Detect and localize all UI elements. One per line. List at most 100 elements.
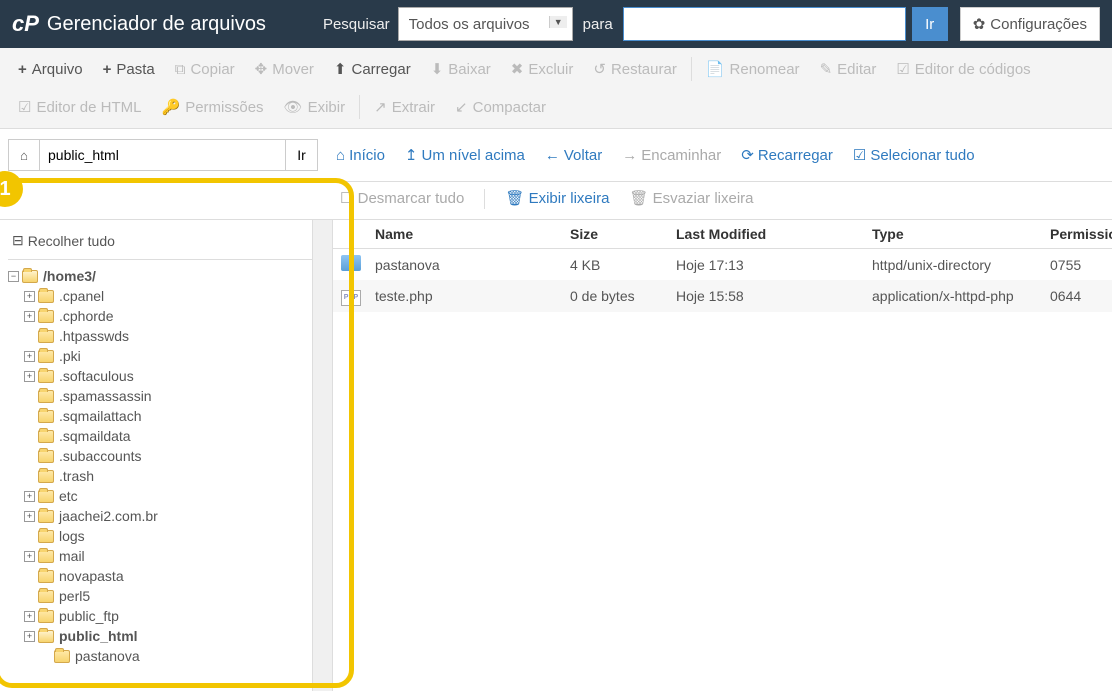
path-go-button[interactable]: Ir: [286, 139, 318, 171]
tree-child-item[interactable]: pastanova: [8, 646, 312, 666]
tree-root[interactable]: − /home3/: [8, 266, 312, 286]
trash-icon: 🗑: [629, 190, 652, 207]
tree-item[interactable]: .sqmaildata: [8, 426, 312, 446]
edit-button[interactable]: ✎Editar: [810, 52, 887, 86]
plus-icon[interactable]: +: [24, 511, 35, 522]
html-icon: ☑: [18, 98, 31, 116]
tree-item[interactable]: perl5: [8, 586, 312, 606]
col-modified[interactable]: Last Modified: [668, 220, 864, 248]
path-input[interactable]: [40, 139, 286, 171]
col-type[interactable]: Type: [864, 220, 1042, 248]
home-icon: ⌂: [336, 147, 345, 164]
tree-item[interactable]: logs: [8, 526, 312, 546]
table-row[interactable]: pastanova4 KBHoje 17:13httpd/unix-direct…: [333, 249, 1112, 280]
tree-item[interactable]: .htpasswds: [8, 326, 312, 346]
show-trash-link[interactable]: 🗑 Exibir lixeira: [505, 189, 609, 209]
folder-tree-sidebar[interactable]: ⊟ Recolher tudo − /home3/ +.cpanel+.cpho…: [0, 220, 312, 691]
reload-icon: ⟳: [741, 146, 754, 164]
check-icon: ☑: [853, 146, 866, 164]
collapse-all-link[interactable]: ⊟ Recolher tudo: [8, 228, 312, 260]
tree-item[interactable]: .sqmailattach: [8, 406, 312, 426]
collapse-icon: ⊟: [12, 232, 24, 249]
extract-icon: ↗: [374, 98, 387, 116]
rename-button[interactable]: 📄Renomear: [696, 52, 810, 86]
tree-item[interactable]: +public_html: [8, 626, 312, 646]
folder-icon: [38, 590, 54, 603]
empty-trash-link[interactable]: 🗑 Esvaziar lixeira: [629, 189, 753, 209]
tree-item[interactable]: .trash: [8, 466, 312, 486]
tree-item[interactable]: +mail: [8, 546, 312, 566]
cell-type: application/x-httpd-php: [864, 286, 1042, 306]
folder-icon: [38, 510, 54, 523]
minus-icon[interactable]: −: [8, 271, 19, 282]
cell-name: pastanova: [367, 255, 562, 275]
plus-icon[interactable]: +: [24, 311, 35, 322]
code-editor-button[interactable]: ☑Editor de códigos: [886, 52, 1040, 86]
search-go-button[interactable]: Ir: [912, 7, 948, 41]
tree-item[interactable]: .subaccounts: [8, 446, 312, 466]
copy-button[interactable]: ⧉Copiar: [165, 53, 245, 86]
plus-icon[interactable]: +: [24, 611, 35, 622]
new-file-button[interactable]: +Arquivo: [8, 53, 93, 86]
plus-icon[interactable]: +: [24, 551, 35, 562]
plus-icon[interactable]: +: [24, 491, 35, 502]
plus-icon[interactable]: +: [24, 351, 35, 362]
up-icon: ↥: [405, 146, 418, 164]
download-button[interactable]: ⬇Baixar: [421, 52, 501, 86]
home-button[interactable]: ⌂: [8, 139, 40, 171]
col-permissions[interactable]: Permissions: [1042, 220, 1112, 248]
tree-item[interactable]: +.cphorde: [8, 306, 312, 326]
config-button[interactable]: ✿ Configurações: [960, 7, 1100, 41]
para-label: para: [583, 16, 613, 33]
extract-button[interactable]: ↗Extrair: [364, 90, 445, 124]
tree-item[interactable]: +.cpanel: [8, 286, 312, 306]
plus-icon[interactable]: +: [24, 371, 35, 382]
search-input[interactable]: [623, 7, 906, 41]
table-body: pastanova4 KBHoje 17:13httpd/unix-direct…: [333, 249, 1112, 312]
tree-item[interactable]: novapasta: [8, 566, 312, 586]
deselect-all-link[interactable]: ☐ Desmarcar tudo: [340, 189, 464, 209]
forward-icon: →: [622, 147, 637, 164]
tree-item[interactable]: +.pki: [8, 346, 312, 366]
nav-forward-link[interactable]: →Encaminhar: [622, 147, 721, 164]
permissions-button[interactable]: 🔑Permissões: [152, 90, 274, 124]
tree-item[interactable]: .spamassassin: [8, 386, 312, 406]
tree-item[interactable]: +etc: [8, 486, 312, 506]
folder-icon: [38, 390, 54, 403]
nav-selectall-link[interactable]: ☑Selecionar tudo: [853, 146, 975, 164]
pencil-icon: ✎: [820, 60, 833, 78]
nav-back-link[interactable]: ←Voltar: [545, 147, 602, 164]
col-check[interactable]: [333, 220, 367, 248]
move-button[interactable]: ✥Mover: [245, 52, 324, 86]
gear-icon: ✿: [973, 15, 986, 33]
restore-icon: ↺: [593, 60, 606, 78]
html-editor-button[interactable]: ☑Editor de HTML: [8, 90, 152, 124]
compress-button[interactable]: ↙Compactar: [445, 90, 556, 124]
folder-tree: − /home3/ +.cpanel+.cphorde.htpasswds+.p…: [8, 266, 312, 666]
search-label: Pesquisar: [323, 16, 390, 33]
scroll-gutter[interactable]: [313, 220, 333, 691]
tree-item[interactable]: +jaachei2.com.br: [8, 506, 312, 526]
cell-type: httpd/unix-directory: [864, 255, 1042, 275]
view-button[interactable]: 👁Exibir: [274, 90, 356, 124]
plus-icon[interactable]: +: [24, 631, 35, 642]
upload-icon: ⬆: [334, 60, 347, 78]
nav-up-link[interactable]: ↥Um nível acima: [405, 146, 525, 164]
restore-button[interactable]: ↺Restaurar: [583, 52, 686, 86]
search-scope-select[interactable]: Todos os arquivos: [398, 7, 573, 41]
folder-icon: [38, 490, 54, 503]
new-folder-button[interactable]: +Pasta: [93, 53, 165, 86]
plus-icon: +: [103, 61, 112, 78]
nav-reload-link[interactable]: ⟳Recarregar: [741, 146, 833, 164]
nav-home-link[interactable]: ⌂Início: [336, 147, 385, 164]
table-row[interactable]: PHPteste.php0 de bytesHoje 15:58applicat…: [333, 280, 1112, 312]
col-size[interactable]: Size: [562, 220, 668, 248]
plus-icon[interactable]: +: [24, 291, 35, 302]
upload-button[interactable]: ⬆Carregar: [324, 52, 421, 86]
tree-item[interactable]: +.softaculous: [8, 366, 312, 386]
col-name[interactable]: Name: [367, 220, 562, 248]
x-icon: ✖: [511, 60, 524, 78]
delete-button[interactable]: ✖Excluir: [501, 52, 584, 86]
tree-item[interactable]: +public_ftp: [8, 606, 312, 626]
folder-icon: [54, 650, 70, 663]
